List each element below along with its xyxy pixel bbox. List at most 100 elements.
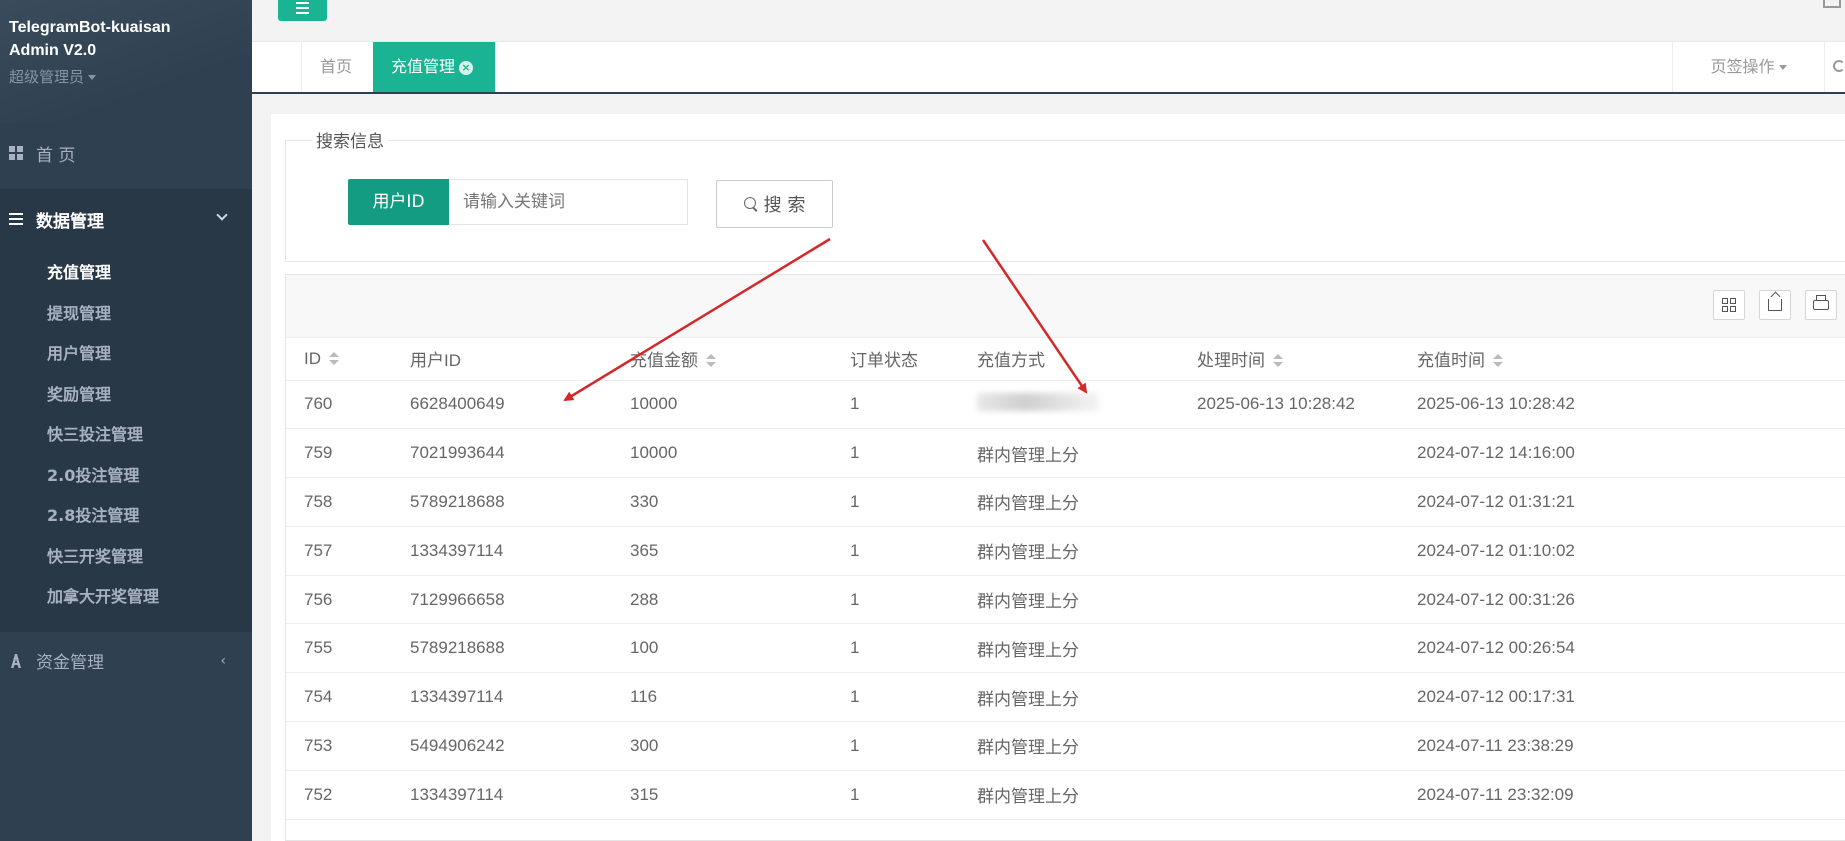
- cell-user-id: 7129966658: [392, 575, 612, 625]
- cell-recharge-time: 2024-07-12 00:31:26: [1399, 575, 1845, 625]
- brand-title-line1: TelegramBot-kuaisan: [9, 19, 171, 36]
- sidebar-item-recharge[interactable]: 充值管理: [0, 253, 252, 294]
- cell-recharge-time: 2024-07-12 00:17:31: [1399, 672, 1845, 723]
- cell-id: 752: [286, 770, 392, 820]
- cell-processed-time: [1179, 575, 1399, 625]
- cell-amount: 365: [612, 526, 832, 576]
- cell-method: 群内管理上分: [959, 477, 1179, 527]
- search-button[interactable]: 搜 索: [716, 180, 833, 228]
- col-header-processed[interactable]: 处理时间: [1179, 338, 1399, 381]
- table-row[interactable]: 759 7021993644 10000 1 群内管理上分 2024-07-12 14:1…: [286, 428, 1845, 479]
- table-row[interactable]: 757 1334397114 365 1 群内管理上分 2024-07-12 01:10:…: [286, 526, 1845, 576]
- cell-method: [959, 380, 1179, 430]
- sidebar-header: TelegramBot-kuaisan Admin V2.0 超级管理员: [0, 0, 252, 123]
- table-row[interactable]: 756 7129966658 288 1 群内管理上分 2024-07-12 00:31:…: [286, 575, 1845, 625]
- recharge-table: ID 用户ID 充值金额 订单状态 充值方式 处理时间 充值时间 760 6628…: [286, 338, 1845, 820]
- cell-id: 754: [286, 672, 392, 723]
- user-role-label: 超级管理员: [9, 68, 85, 86]
- refresh-button[interactable]: [1824, 42, 1845, 92]
- cell-amount: 288: [612, 575, 832, 625]
- col-header-user-id-label: 用户ID: [410, 351, 461, 371]
- search-panel: 搜索信息 用户ID 搜 索: [285, 127, 1845, 262]
- sidebar-item-k3-draws[interactable]: 快三开奖管理: [0, 537, 252, 578]
- cell-status: 1: [832, 380, 959, 430]
- col-header-id-label: ID: [304, 348, 321, 368]
- col-header-amount[interactable]: 充值金额: [612, 338, 832, 381]
- sidebar-item-rewards[interactable]: 奖励管理: [0, 375, 252, 416]
- cell-amount: 300: [612, 721, 832, 771]
- cell-id: 753: [286, 721, 392, 771]
- sort-icon: [329, 351, 339, 366]
- cell-method: 群内管理上分: [959, 672, 1179, 723]
- table-toolbar: [286, 275, 1845, 338]
- dashboard-grid-icon: [8, 145, 24, 161]
- nav-data-management-label: 数据管理: [36, 211, 104, 232]
- sidebar-item-2-8-bets[interactable]: 2.8投注管理: [0, 496, 252, 537]
- cell-id: 755: [286, 623, 392, 674]
- cell-recharge-time: 2024-07-12 01:10:02: [1399, 526, 1845, 576]
- sidebar-item-users[interactable]: 用户管理: [0, 334, 252, 375]
- cell-user-id: 1334397114: [392, 672, 612, 723]
- sidebar-item-k3-bets[interactable]: 快三投注管理: [0, 415, 252, 456]
- redacted-method: [977, 392, 1099, 411]
- tab-operations-dropdown[interactable]: 页签操作: [1672, 42, 1824, 92]
- sidebar-item-canada-draws[interactable]: 加拿大开奖管理: [0, 577, 252, 618]
- table-row[interactable]: 754 1334397114 116 1 群内管理上分 2024-07-12 00:17:…: [286, 672, 1845, 723]
- close-icon[interactable]: ×: [459, 61, 474, 75]
- chevron-down-icon: [216, 209, 228, 221]
- cell-amount: 315: [612, 770, 832, 820]
- cell-recharge-time: 2024-07-11 23:32:09: [1399, 770, 1845, 820]
- tab-home[interactable]: 首页: [302, 42, 374, 92]
- cell-method: 群内管理上分: [959, 721, 1179, 771]
- table-row[interactable]: 752 1334397114 315 1 群内管理上分 2024-07-11 23:32:…: [286, 770, 1845, 820]
- col-header-id[interactable]: ID: [286, 338, 392, 381]
- nav-home-label: 首 页: [36, 145, 76, 166]
- export-button[interactable]: [1759, 290, 1791, 320]
- cell-recharge-time: 2024-07-12 01:31:21: [1399, 477, 1845, 527]
- sidebar-item-withdraw[interactable]: 提现管理: [0, 294, 252, 335]
- nav-fund-management-label: 资金管理: [36, 653, 104, 673]
- search-input[interactable]: [449, 179, 688, 225]
- sort-icon: [1273, 354, 1283, 368]
- cell-id: 760: [286, 380, 392, 430]
- search-field-label: 用户ID: [348, 179, 449, 225]
- cell-user-id: 5789218688: [392, 477, 612, 527]
- cell-processed-time: [1179, 721, 1399, 771]
- table-row[interactable]: 755 5789218688 100 1 群内管理上分 2024-07-12 00:26:…: [286, 623, 1845, 674]
- menu-toggle-button[interactable]: [278, 0, 327, 21]
- sort-icon: [706, 354, 716, 368]
- print-icon: [1813, 295, 1829, 310]
- col-header-status: 订单状态: [832, 338, 959, 381]
- cell-id: 757: [286, 526, 392, 576]
- cell-user-id: 5789218688: [392, 623, 612, 674]
- tab-scroll-left[interactable]: [252, 42, 302, 92]
- table-row[interactable]: 760 6628400649 10000 1 2025-06-13 10:28:42 20…: [286, 380, 1845, 430]
- cell-status: 1: [832, 721, 959, 771]
- fund-icon: [8, 653, 24, 669]
- nav-home[interactable]: 首 页: [0, 123, 252, 183]
- nav-fund-management[interactable]: 资金管理 ‹: [0, 632, 252, 690]
- cell-recharge-time: 2024-07-12 00:26:54: [1399, 623, 1845, 674]
- user-menu-icon[interactable]: [1823, 0, 1841, 8]
- nav-data-management[interactable]: 数据管理: [0, 189, 252, 249]
- cell-processed-time: [1179, 672, 1399, 723]
- cell-user-id: 1334397114: [392, 526, 612, 576]
- col-header-user-id: 用户ID: [392, 338, 612, 381]
- cell-amount: 116: [612, 672, 832, 723]
- columns-button[interactable]: [1713, 290, 1745, 320]
- cell-processed-time: [1179, 428, 1399, 479]
- tab-recharge-management[interactable]: 充值管理 ×: [373, 42, 495, 92]
- print-button[interactable]: [1805, 290, 1837, 320]
- table-header-row: ID 用户ID 充值金额 订单状态 充值方式 处理时间 充值时间: [286, 338, 1845, 381]
- col-header-time[interactable]: 充值时间: [1399, 338, 1845, 381]
- cell-processed-time: [1179, 477, 1399, 527]
- user-role-dropdown[interactable]: 超级管理员: [9, 66, 243, 87]
- hamburger-icon: [296, 1, 309, 4]
- cell-status: 1: [832, 770, 959, 820]
- caret-down-icon: [88, 75, 97, 80]
- table-row[interactable]: 758 5789218688 330 1 群内管理上分 2024-07-12 01:31:…: [286, 477, 1845, 527]
- cell-status: 1: [832, 623, 959, 674]
- table-row[interactable]: 753 5494906242 300 1 群内管理上分 2024-07-11 23:38:…: [286, 721, 1845, 771]
- cell-method: 群内管理上分: [959, 526, 1179, 576]
- sidebar-item-2-0-bets[interactable]: 2.0投注管理: [0, 456, 252, 497]
